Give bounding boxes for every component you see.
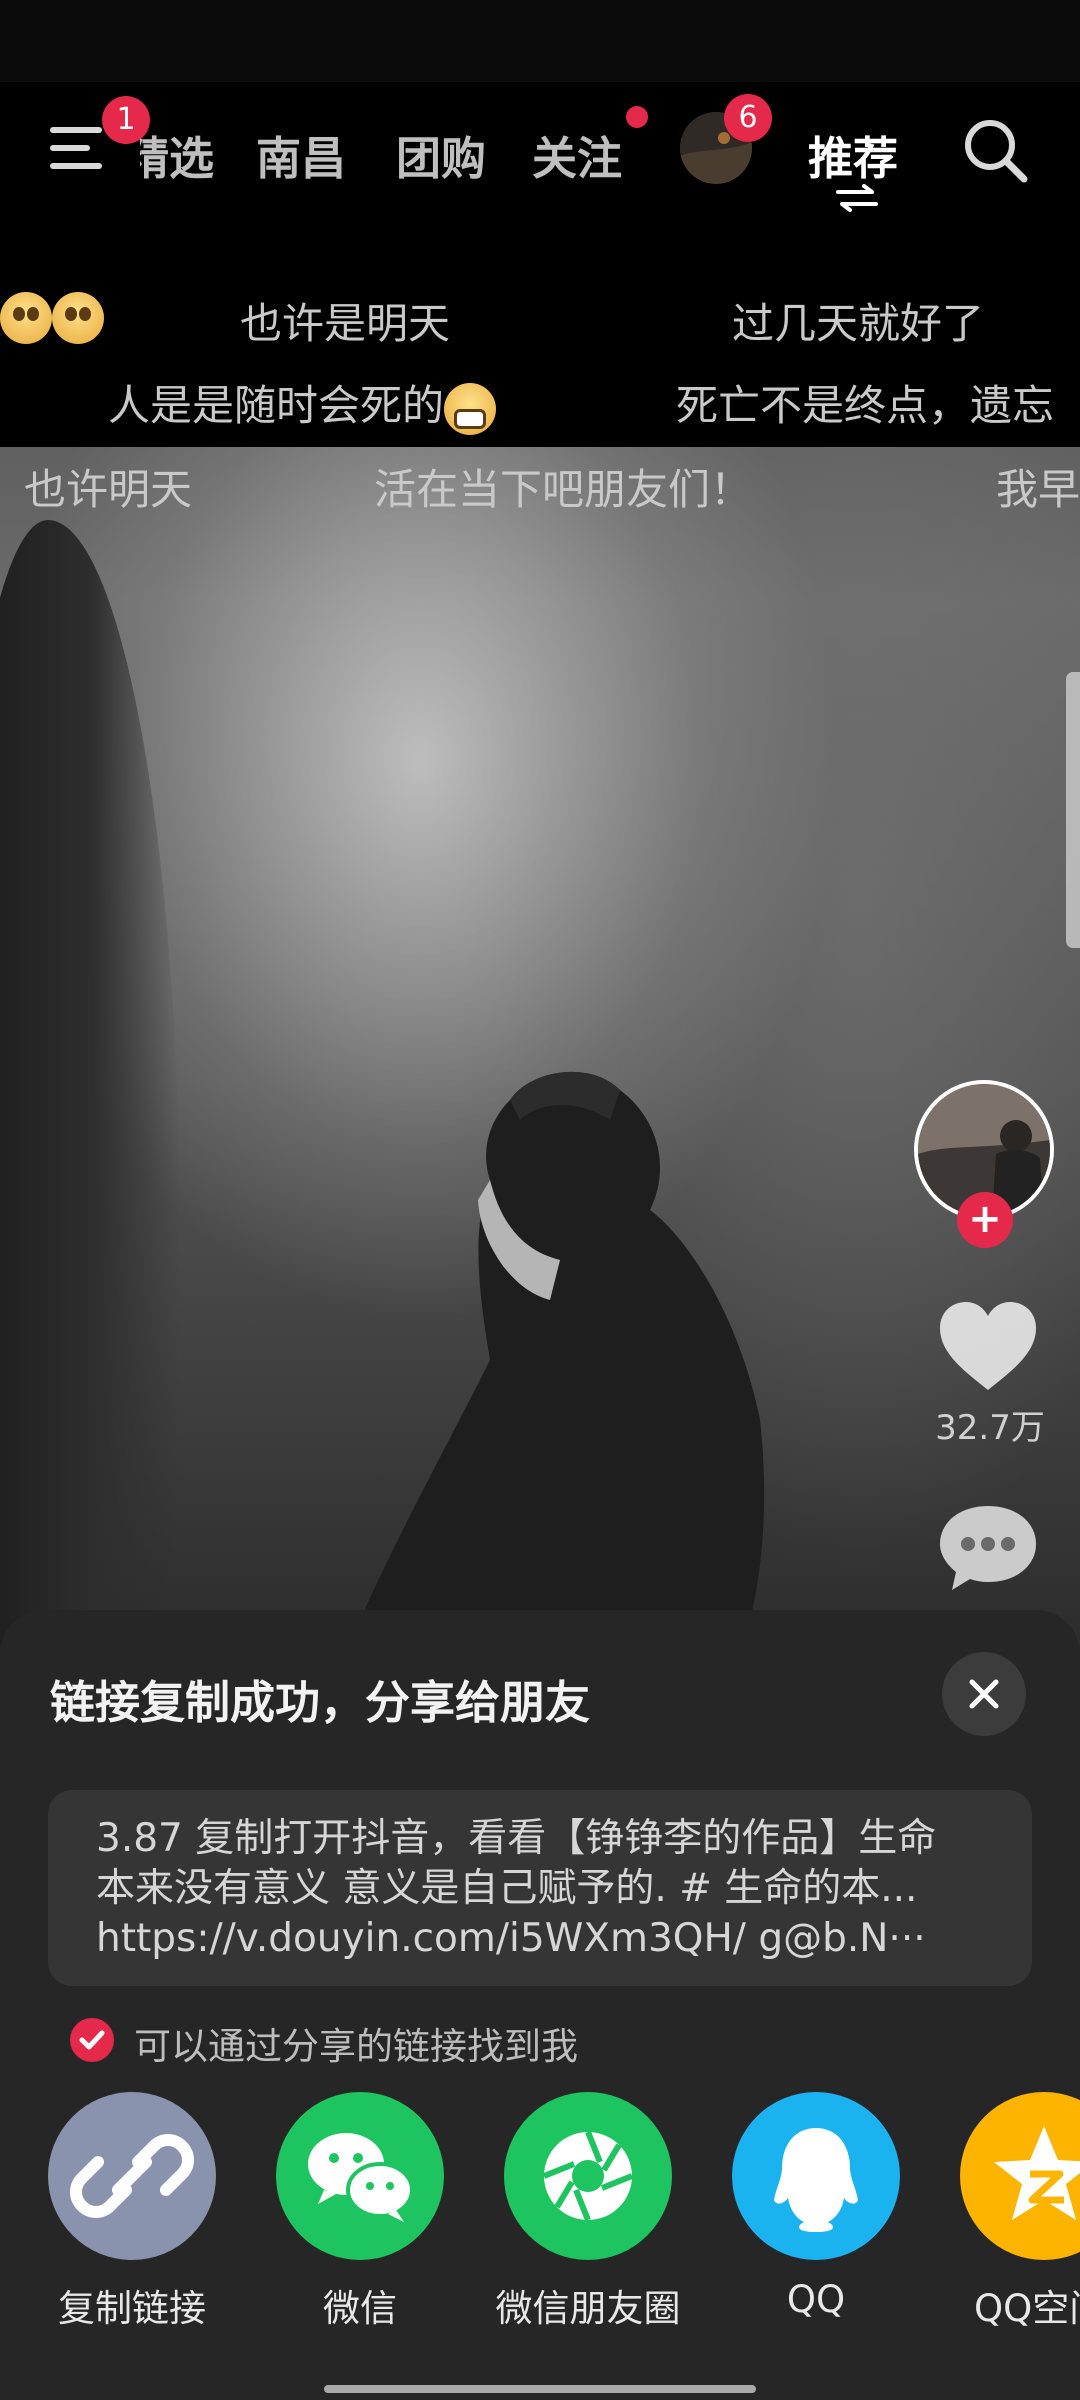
live-badge: 6 [724,94,772,142]
swap-icon[interactable] [836,184,878,212]
danmaku-emoji [0,290,104,344]
comment-icon[interactable] [936,1500,1040,1596]
heart-icon[interactable] [936,1298,1040,1394]
danmaku-item: 死亡不是终点，遗忘 [676,381,1055,430]
danmaku-item: 过几天就好了 [732,299,985,348]
findable-label: 可以通过分享的链接找到我 [134,2025,578,2068]
close-button[interactable] [942,1652,1026,1736]
emoji-icon [52,291,104,344]
link-icon [48,2092,216,2260]
tab-nanchang[interactable]: 南昌 [256,122,346,187]
share-copy-link[interactable]: 复制链接 [48,2092,216,2330]
follow-button[interactable]: + [957,1192,1013,1248]
share-qq-label: QQ [786,2278,846,2321]
menu-icon[interactable] [50,125,106,171]
share-wechat-label: 微信 [323,2287,397,2330]
share-link-line: 本来没有意义 意义是自己赋予的. # 生命的本... [96,1866,918,1911]
home-indicator[interactable] [324,2385,756,2393]
share-qzone-label: QQ空间 [974,2287,1080,2330]
danmaku-item: 也许是明天 [240,299,451,348]
tab-following[interactable]: 关注 [532,122,622,187]
danmaku-text: 人是是随时会死的 [108,381,445,430]
tab-featured[interactable]: 精选 [140,122,214,187]
danmaku-item: 人是是随时会死的 [108,372,497,435]
danmaku-item: 活在当下吧朋友们！ [374,465,753,514]
share-wechat[interactable]: 微信 [276,2092,444,2330]
share-sheet-title: 链接复制成功，分享给朋友 [50,1676,591,1729]
close-icon [969,1679,999,1709]
side-scroll-handle[interactable] [1066,672,1080,948]
like-count: 32.7万 [935,1408,1045,1448]
tab-group-buy[interactable]: 团购 [396,122,486,187]
share-qzone[interactable]: QQ空间 [960,2092,1080,2330]
check-icon [79,2030,105,2050]
danmaku-item: 我早 [996,465,1080,514]
wechat-icon [276,2092,444,2260]
video-rock-shape [0,520,180,1720]
danmaku-item: 也许明天 [24,465,193,514]
tab-recommend[interactable]: 推荐 [808,122,898,187]
qq-icon [732,2092,900,2260]
search-icon[interactable] [962,117,1030,185]
share-link-line: 3.87 复制打开抖音，看看【铮铮李的作品】生命 [96,1816,937,1861]
video-person-figure [360,1071,765,1620]
status-bar [0,0,1080,82]
share-moments-label: 微信朋友圈 [495,2287,681,2330]
share-copy-link-label: 复制链接 [58,2287,206,2330]
grin-emoji-icon [444,382,497,435]
share-link-line: https://v.douyin.com/i5WXm3QH/ g@b.N··· [96,1916,926,1961]
share-qq[interactable]: QQ [732,2092,900,2321]
share-moments[interactable]: 微信朋友圈 [496,2092,681,2330]
qzone-icon [960,2092,1080,2260]
following-dot [626,106,648,128]
share-link-box[interactable]: 3.87 复制打开抖音，看看【铮铮李的作品】生命 本来没有意义 意义是自己赋予的… [48,1790,1032,1986]
moments-icon [504,2092,672,2260]
findable-checkbox[interactable] [70,2018,114,2062]
emoji-icon [0,291,52,344]
